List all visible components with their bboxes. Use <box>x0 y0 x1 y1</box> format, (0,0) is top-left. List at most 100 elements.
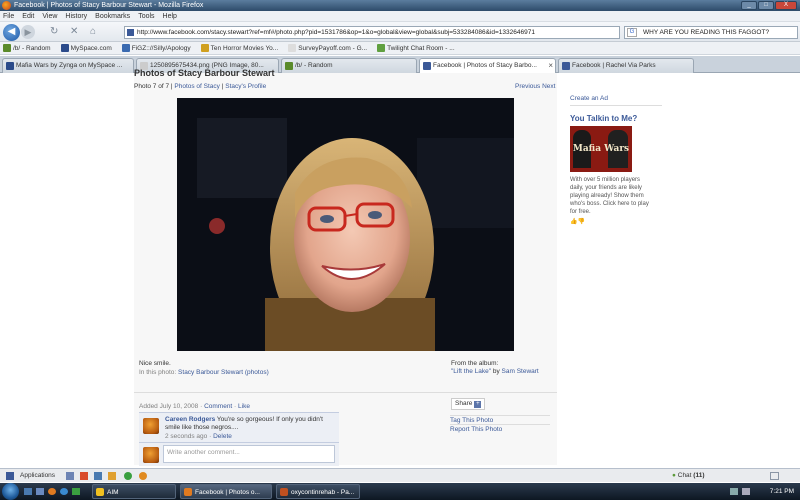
menu-help[interactable]: Help <box>163 11 177 21</box>
task-label: AIM <box>107 489 119 496</box>
calendar-app-icon[interactable] <box>80 472 88 480</box>
volume-icon[interactable] <box>742 488 750 495</box>
tab-facebook-photos[interactable]: Facebook | Photos of Stacy Barbo... × <box>419 58 556 74</box>
create-ad-link[interactable]: Create an Ad <box>570 95 662 102</box>
chat-button[interactable]: ● Chat (11) <box>672 469 705 482</box>
home-icon[interactable]: ⌂ <box>90 26 96 37</box>
tab-b-random[interactable]: /b/ - Random <box>281 58 417 73</box>
taskbar-item-oxycontinrehab[interactable]: oxycontinrehab - Pa... <box>276 484 360 499</box>
applications-button[interactable]: Applications <box>20 469 55 482</box>
menu-bookmarks[interactable]: Bookmarks <box>95 11 130 21</box>
back-button[interactable]: ◀ <box>3 24 20 41</box>
bookmark-item[interactable]: MySpace.com <box>60 42 112 54</box>
next-link[interactable]: Next <box>542 83 555 90</box>
facebook-icon[interactable] <box>6 472 14 480</box>
bookmark-item[interactable]: Ten Horror Movies Yo... <box>200 42 279 54</box>
system-clock[interactable]: 7:21 PM <box>770 483 794 500</box>
bookmark-item[interactable]: FiGZ:://Silly/Apology <box>121 42 191 54</box>
taskbar-item-firefox[interactable]: Facebook | Photos o... <box>180 484 272 499</box>
close-window-button[interactable]: X <box>775 1 797 10</box>
menu-tools[interactable]: Tools <box>138 11 154 21</box>
notes-app-icon[interactable] <box>94 472 102 480</box>
chat-status-icon: ● <box>672 472 676 479</box>
start-button[interactable] <box>2 483 19 500</box>
taskbar-item-aim[interactable]: AIM <box>92 484 176 499</box>
menu-history[interactable]: History <box>65 11 87 21</box>
notifications-icon[interactable] <box>770 472 779 480</box>
switch-windows-icon[interactable] <box>36 488 44 495</box>
separator: | <box>170 83 173 90</box>
photo-breadcrumb: Photo 7 of 7 | Photos of Stacy | Stacy's… <box>134 83 266 90</box>
bookmarks-toolbar: /b/ - Random MySpace.com FiGZ:://Silly/Apo… <box>0 42 800 55</box>
tab-facebook-rachel[interactable]: Facebook | Rachel Via Parks <box>558 58 694 73</box>
bookmark-item[interactable]: /b/ - Random <box>3 42 51 54</box>
main-photo[interactable] <box>177 98 514 351</box>
forward-button[interactable]: ▶ <box>21 25 35 39</box>
ad-title[interactable]: You Talkin to Me? <box>570 114 662 123</box>
report-photo-link[interactable]: Report This Photo <box>450 424 550 433</box>
aim-icon <box>96 488 104 496</box>
bookmarks-app-icon[interactable] <box>139 472 147 480</box>
profile-link[interactable]: Stacy's Profile <box>225 83 266 90</box>
stop-icon[interactable]: ✕ <box>70 26 78 37</box>
photos-app-icon[interactable] <box>66 472 74 480</box>
media-quicklaunch-icon[interactable] <box>72 488 80 495</box>
window-title: Facebook | Photos of Stacy Barbour Stewa… <box>14 2 204 9</box>
groups-app-icon[interactable] <box>108 472 116 480</box>
tagged-person-link[interactable]: Stacy Barbour Stewart <box>178 369 243 376</box>
delete-comment-link[interactable]: Delete <box>213 433 232 440</box>
window-controls: _ □ X <box>741 1 797 10</box>
comments-section: Careen Rodgers You're so gorgeous! If on… <box>139 412 339 466</box>
bookmark-label: Twilight Chat Room - ... <box>387 45 455 52</box>
bookmark-item[interactable]: SurveyPayoff.com - G... <box>288 42 367 54</box>
facebook-icon <box>423 62 431 70</box>
chat-count: (11) <box>693 472 705 479</box>
menu-file[interactable]: File <box>3 11 14 21</box>
show-desktop-icon[interactable] <box>24 488 32 495</box>
tagged-photos-link[interactable]: (photos) <box>245 369 269 376</box>
menu-edit[interactable]: Edit <box>22 11 34 21</box>
ad-image[interactable]: Mafia Wars <box>570 126 632 172</box>
right-column: Create an Ad You Talkin to Me? Mafia War… <box>570 95 662 225</box>
in-this-photo: In this photo: Stacy Barbour Stewart (ph… <box>139 369 269 376</box>
search-input[interactable]: G WHY ARE YOU READING THIS FAGGOT? <box>624 26 798 39</box>
like-thumbs-icon[interactable]: 👍👎 <box>570 218 662 225</box>
minimize-button[interactable]: _ <box>741 1 757 10</box>
like-link[interactable]: Like <box>238 403 250 410</box>
maximize-button[interactable]: □ <box>758 1 774 10</box>
comment-input[interactable]: Write another comment... <box>163 445 335 463</box>
ie-quicklaunch-icon[interactable] <box>60 488 68 495</box>
game-app-icon[interactable] <box>124 472 132 480</box>
avatar[interactable] <box>143 418 159 434</box>
album-owner-link[interactable]: Sam Stewart <box>502 368 539 375</box>
tab-mafia-wars[interactable]: Mafia Wars by Zynga on MySpace ... <box>2 58 134 73</box>
tab-label: Mafia Wars by Zynga on MySpace ... <box>16 62 123 69</box>
menu-view[interactable]: View <box>42 11 57 21</box>
close-tab-icon[interactable]: × <box>548 59 553 73</box>
comment-link[interactable]: Comment <box>204 403 232 410</box>
album-link[interactable]: "Lift the Lake" <box>451 368 491 375</box>
share-button[interactable]: Share + <box>451 398 486 410</box>
bookmark-label: Ten Horror Movies Yo... <box>210 45 279 52</box>
network-icon[interactable] <box>730 488 738 495</box>
comment-time: 2 seconds ago <box>165 433 208 440</box>
site-favicon-icon <box>127 29 134 36</box>
comment-placeholder: Write another comment... <box>167 449 240 456</box>
photo-pager: Previous Next <box>515 83 555 90</box>
separator: | <box>221 83 224 90</box>
previous-link[interactable]: Previous <box>515 83 540 90</box>
comment-author[interactable]: Careen Rodgers <box>165 416 215 423</box>
bookmark-label: MySpace.com <box>70 45 112 52</box>
reload-icon[interactable]: ↻ <box>50 26 58 37</box>
bookmark-item[interactable]: Twilight Chat Room - ... <box>377 42 455 54</box>
chat-icon <box>377 44 386 53</box>
comment: Careen Rodgers You're so gorgeous! If on… <box>165 416 335 432</box>
tag-photo-link[interactable]: Tag This Photo <box>450 415 550 424</box>
google-icon[interactable]: G <box>627 28 637 37</box>
url-bar[interactable]: http://www.facebook.com/stacy.stewart?re… <box>124 26 620 39</box>
photos-of-link[interactable]: Photos of Stacy <box>174 83 220 90</box>
firefox-quicklaunch-icon[interactable] <box>48 488 56 495</box>
ad-body: With over 5 million players daily, your … <box>570 177 649 215</box>
divider <box>570 105 662 106</box>
album-label: From the album: <box>451 360 499 367</box>
